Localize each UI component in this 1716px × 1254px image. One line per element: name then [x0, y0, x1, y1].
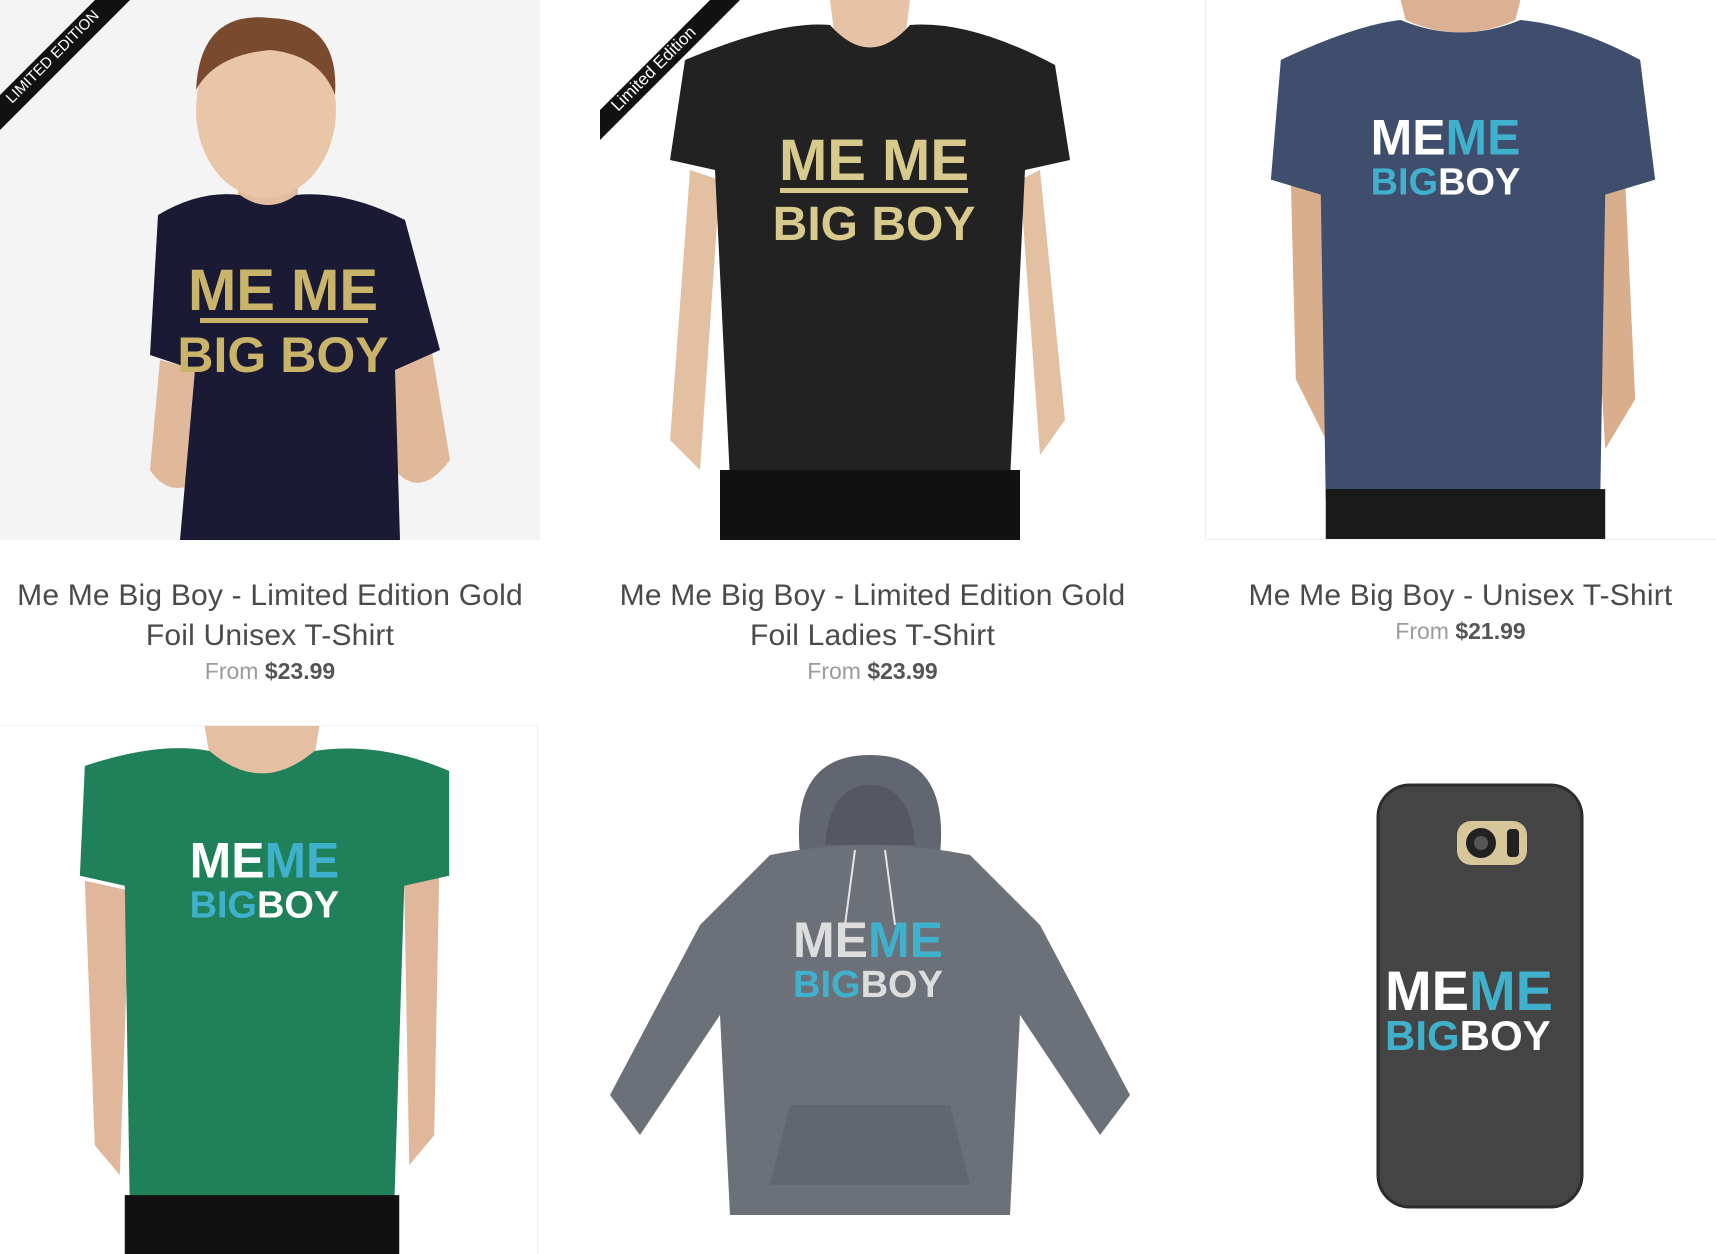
shirt-print-line2: BIG BOY	[177, 327, 388, 383]
product-image-phone-case[interactable]: MEME BIGBOY	[1205, 725, 1716, 1254]
product-title[interactable]: Me Me Big Boy - Limited Edition Gold Foi…	[600, 576, 1145, 656]
product-title-line2: Foil Unisex T-Shirt	[145, 619, 395, 652]
product-title-line2: Foil Ladies T-Shirt	[749, 619, 996, 652]
shirt-print-line1: ME ME	[188, 258, 378, 323]
model-ladies-gold-illustration: ME ME BIG BOY Limited Edition	[600, 0, 1145, 540]
product-title-line1: Me Me Big Boy - Limited Edition Gold	[17, 579, 523, 612]
model-unisex-gold-illustration: ME ME BIG BOY LIMITED EDITION	[0, 0, 540, 540]
product-card-phone-case[interactable]: MEME BIGBOY	[1205, 725, 1716, 1254]
product-price-line: From $23.99	[0, 657, 540, 685]
price-value: $21.99	[1455, 618, 1526, 644]
shirt-print-line1: MEME	[1371, 110, 1521, 166]
product-price-line: From $21.99	[1205, 617, 1716, 645]
product-card-hoodie[interactable]: MEME BIGBOY	[600, 725, 1145, 1254]
hoodie-print-line2: BIGBOY	[793, 964, 943, 1006]
model-ladies-green-illustration: MEME BIGBOY	[0, 726, 537, 1254]
product-price-line: From $23.99	[600, 657, 1145, 685]
product-image-gold-ladies[interactable]: ME ME BIG BOY Limited Edition	[600, 0, 1145, 540]
hoodie-print-line1: MEME	[793, 912, 943, 968]
product-title[interactable]: Me Me Big Boy - Unisex T-Shirt	[1205, 576, 1716, 616]
product-title[interactable]: Me Me Big Boy - Limited Edition Gold Foi…	[0, 576, 540, 656]
product-title-line1: Me Me Big Boy - Limited Edition Gold	[619, 579, 1126, 612]
hoodie-illustration: MEME BIGBOY	[600, 725, 1145, 1254]
product-card-gold-unisex[interactable]: ME ME BIG BOY LIMITED EDITION Me Me Big …	[0, 0, 540, 700]
product-image-gold-unisex[interactable]: ME ME BIG BOY LIMITED EDITION	[0, 0, 540, 540]
case-print-line2: BIGBOY	[1385, 1012, 1551, 1059]
shirt-print-line1: MEME	[190, 833, 340, 889]
shirt-print-line2: BIG BOY	[773, 198, 976, 251]
product-image-ladies-green[interactable]: MEME BIGBOY	[0, 725, 538, 1254]
product-card-ladies-green[interactable]: MEME BIGBOY	[0, 725, 540, 1254]
shirt-print-line2: BIGBOY	[1371, 162, 1521, 204]
product-card-unisex[interactable]: MEME BIGBOY Me Me Big Boy - Unisex T-Shi…	[1205, 0, 1716, 700]
price-value: $23.99	[867, 658, 938, 684]
model-unisex-navy-illustration: MEME BIGBOY	[1206, 0, 1716, 539]
product-image-unisex[interactable]: MEME BIGBOY	[1205, 0, 1716, 540]
from-label: From	[204, 658, 259, 684]
product-title-line1: Me Me Big Boy - Unisex T-Shirt	[1248, 579, 1673, 612]
from-label: From	[807, 658, 861, 684]
product-image-hoodie[interactable]: MEME BIGBOY	[600, 725, 1145, 1254]
shirt-print-line2: BIGBOY	[190, 885, 340, 927]
from-label: From	[1395, 618, 1449, 644]
phone-case-illustration: MEME BIGBOY	[1205, 725, 1716, 1254]
shirt-print-line1: ME ME	[779, 128, 969, 193]
price-value: $23.99	[264, 658, 336, 684]
product-card-gold-ladies[interactable]: ME ME BIG BOY Limited Edition Me Me Big …	[600, 0, 1145, 700]
